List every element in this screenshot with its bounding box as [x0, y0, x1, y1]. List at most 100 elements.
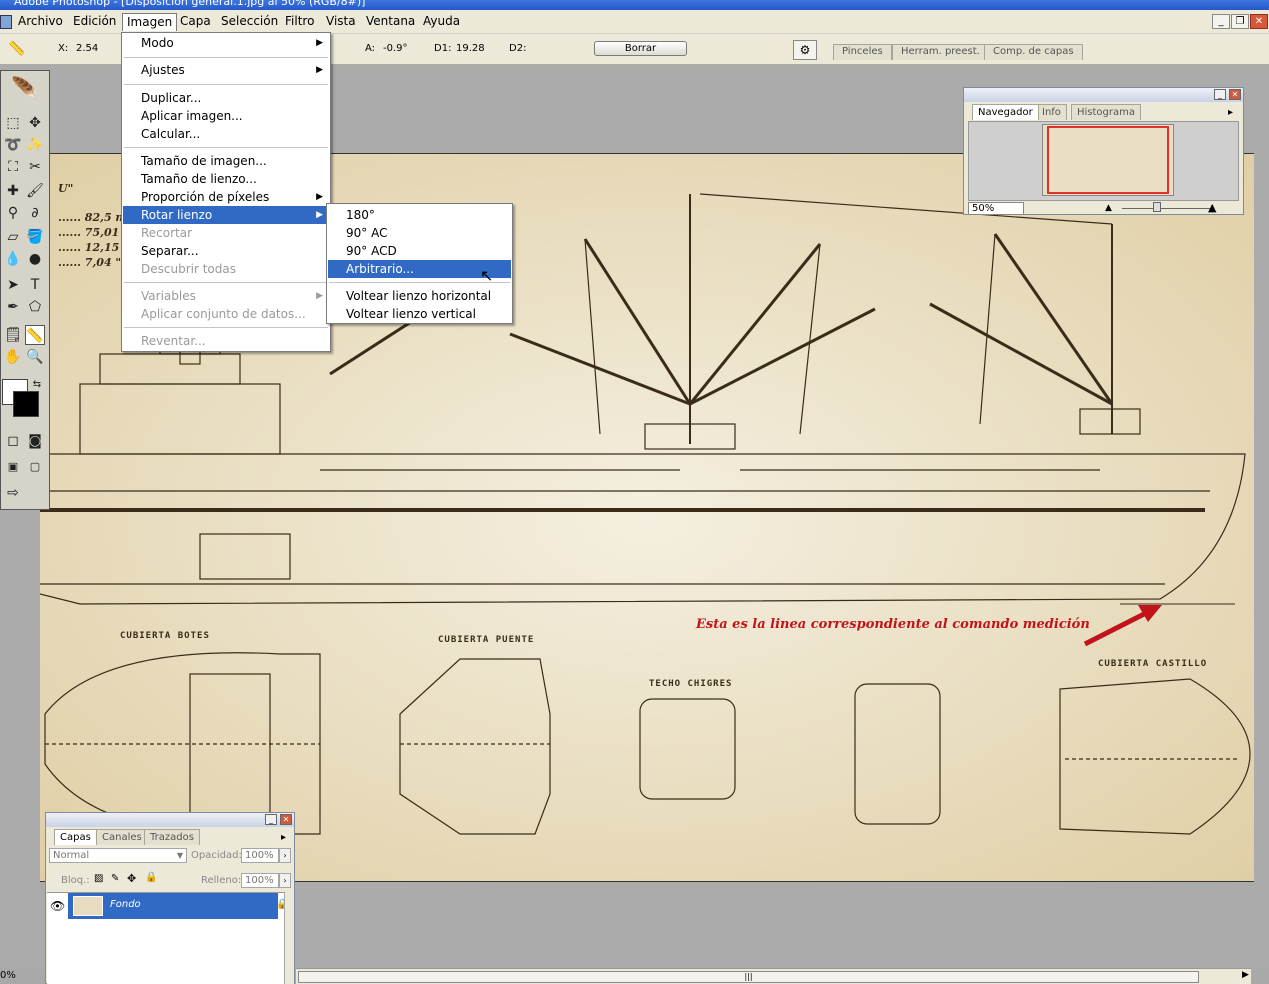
zoom-in-icon[interactable]: ▲ — [1208, 201, 1216, 214]
pen-tool-icon[interactable]: ✒ — [3, 297, 23, 317]
eraser-tool-icon[interactable]: ▱ — [3, 227, 23, 247]
menu-imagen[interactable]: Imagen — [122, 13, 178, 31]
menu-item-rotate-90-ccw[interactable]: 90° ACD — [328, 242, 511, 260]
menu-item-tamano-imagen[interactable]: Tamaño de imagen... — [123, 152, 329, 170]
menu-ayuda[interactable]: Ayuda — [419, 13, 464, 31]
scrollbar-thumb[interactable]: ||| — [298, 971, 1199, 983]
menu-item-voltear-vertical[interactable]: Voltear lienzo vertical — [328, 305, 511, 323]
clear-button[interactable]: Borrar — [594, 41, 687, 56]
opacity-field[interactable]: 100% — [241, 848, 279, 863]
healing-brush-tool-icon[interactable]: ✚ — [3, 181, 23, 201]
screen-mode-icon[interactable]: ▣ — [3, 457, 23, 477]
lasso-tool-icon[interactable]: ➰ — [3, 135, 23, 155]
lock-pixels-icon[interactable]: ✎ — [111, 873, 119, 884]
menu-item-variables: Variables ▶ — [123, 287, 329, 305]
fill-field[interactable]: 100% — [241, 873, 279, 888]
zoom-tool-icon[interactable]: 🔍 — [25, 347, 45, 367]
menu-item-calcular[interactable]: Calcular... — [123, 125, 329, 143]
tab-histograma[interactable]: Histograma — [1071, 104, 1142, 120]
layers-scrollbar[interactable] — [284, 893, 294, 984]
palette-titlebar[interactable]: _ ✕ — [46, 813, 294, 827]
menu-item-label: Variables — [141, 289, 196, 303]
palette-well-icon[interactable]: ⚙ — [793, 40, 817, 60]
tab-trazados[interactable]: Trazados — [144, 829, 200, 845]
angle-value: -0.9° — [383, 43, 408, 54]
jump-to-imageready-icon[interactable]: ⇨ — [3, 483, 23, 503]
menu-seleccion[interactable]: Selección — [217, 13, 282, 31]
menu-item-proporcion-pixeles[interactable]: Proporción de píxeles ▶ — [123, 188, 329, 206]
brush-tool-icon[interactable]: 🖌 — [25, 181, 45, 201]
doc-minimize-button[interactable]: _ — [1212, 14, 1230, 29]
lock-transparency-icon[interactable]: ▨ — [94, 873, 103, 884]
navigator-view-box[interactable] — [1047, 126, 1169, 194]
opacity-slider-button[interactable]: › — [279, 848, 291, 863]
scroll-right-arrow-icon[interactable]: ▶ — [1242, 970, 1249, 980]
menu-item-rotar-lienzo[interactable]: Rotar lienzo ▶ — [123, 206, 329, 224]
menu-edicion[interactable]: Edición — [69, 13, 120, 31]
tab-canales[interactable]: Canales — [96, 829, 148, 845]
menu-item-modo[interactable]: Modo ▶ — [123, 34, 329, 52]
menu-vista[interactable]: Vista — [322, 13, 360, 31]
minimize-icon[interactable]: _ — [265, 814, 277, 825]
ruler-tool-icon[interactable]: 📏 — [8, 41, 28, 57]
menu-item-rotate-90-cw[interactable]: 90° AC — [328, 224, 511, 242]
menu-item-rotate-180[interactable]: 180° — [328, 206, 511, 224]
palette-menu-icon[interactable]: ▸ — [281, 832, 286, 843]
zoom-slider-handle[interactable] — [1153, 202, 1161, 212]
menu-filtro[interactable]: Filtro — [281, 13, 318, 31]
close-icon[interactable]: ✕ — [1229, 89, 1241, 100]
move-tool-icon[interactable]: ✥ — [25, 113, 45, 133]
menu-item-voltear-horizontal[interactable]: Voltear lienzo horizontal — [328, 287, 511, 305]
type-tool-icon[interactable]: T — [25, 275, 45, 295]
menu-item-ajustes[interactable]: Ajustes ▶ — [123, 61, 329, 79]
path-selection-tool-icon[interactable]: ➤ — [3, 275, 23, 295]
blend-mode-select[interactable]: Normal ▼ — [49, 848, 187, 863]
marquee-tool-icon[interactable]: ⬚ — [3, 113, 23, 133]
full-screen-mode-icon[interactable]: ▢ — [25, 457, 45, 477]
palette-titlebar[interactable]: _ ✕ — [964, 88, 1243, 102]
minimize-icon[interactable]: _ — [1214, 89, 1226, 100]
slice-tool-icon[interactable]: ✂ — [25, 157, 45, 177]
notes-tool-icon[interactable]: 🗒 — [3, 325, 23, 345]
tab-capas[interactable]: Capas — [54, 829, 97, 845]
clone-stamp-tool-icon[interactable]: ⚲ — [3, 203, 23, 223]
standard-mode-icon[interactable]: ◻ — [3, 431, 23, 451]
lock-position-icon[interactable]: ✥ — [127, 872, 136, 885]
paint-bucket-tool-icon[interactable]: 🪣 — [25, 227, 45, 247]
menu-item-separar[interactable]: Separar... — [123, 242, 329, 260]
navigator-zoom-field[interactable]: 50% — [968, 202, 1024, 215]
zoom-slider-track[interactable] — [1122, 208, 1212, 209]
close-icon[interactable]: ✕ — [280, 814, 292, 825]
photoshop-app-icon[interactable] — [0, 15, 12, 29]
menu-item-duplicar[interactable]: Duplicar... — [123, 89, 329, 107]
well-tab-comp-capas[interactable]: Comp. de capas — [984, 44, 1083, 60]
fill-slider-button[interactable]: › — [279, 873, 291, 888]
well-tab-pinceles[interactable]: Pinceles — [833, 44, 892, 60]
eye-icon[interactable]: 👁 — [50, 899, 65, 913]
quick-mask-mode-icon[interactable]: ◙ — [25, 431, 45, 451]
menu-item-aplicar-imagen[interactable]: Aplicar imagen... — [123, 107, 329, 125]
history-brush-tool-icon[interactable]: ∂ — [25, 203, 45, 223]
doc-restore-button[interactable]: ❐ — [1231, 14, 1249, 29]
tab-navegador[interactable]: Navegador — [972, 104, 1039, 120]
menu-archivo[interactable]: Archivo — [14, 13, 67, 31]
shape-tool-icon[interactable]: ⬠ — [25, 297, 45, 317]
horizontal-scrollbar[interactable]: ||| ▶ — [296, 968, 1251, 984]
magic-wand-tool-icon[interactable]: ✨ — [25, 135, 45, 155]
palette-menu-icon[interactable]: ▸ — [1228, 107, 1233, 118]
tab-info[interactable]: Info — [1036, 104, 1067, 120]
zoom-out-icon[interactable]: ▲ — [1105, 203, 1112, 213]
hand-tool-icon[interactable]: ✋ — [3, 347, 23, 367]
layer-row[interactable]: Fondo 🔒 — [68, 893, 288, 919]
swap-colors-icon[interactable]: ⇆ — [27, 375, 47, 395]
crop-tool-icon[interactable]: ⛶ — [3, 157, 23, 177]
menu-capa[interactable]: Capa — [176, 13, 215, 31]
doc-close-button[interactable]: ✕ — [1250, 14, 1268, 29]
blur-tool-icon[interactable]: 💧 — [3, 249, 23, 269]
lock-all-icon[interactable]: 🔒 — [145, 872, 157, 883]
menu-ventana[interactable]: Ventana — [362, 13, 419, 31]
dodge-tool-icon[interactable]: ● — [25, 249, 45, 269]
well-tab-herram-preest[interactable]: Herram. preest. — [892, 44, 989, 60]
menu-item-tamano-lienzo[interactable]: Tamaño de lienzo... — [123, 170, 329, 188]
measure-tool-icon[interactable]: 📏 — [25, 325, 45, 345]
